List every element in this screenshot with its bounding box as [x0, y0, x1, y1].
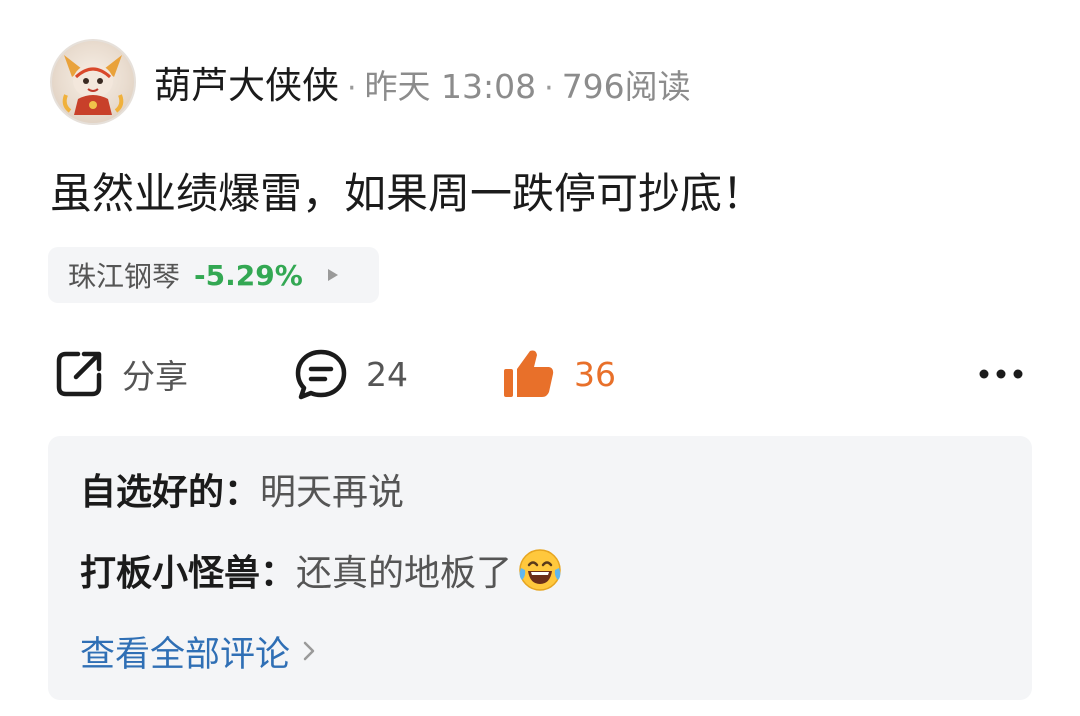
meta-separator: ·	[347, 71, 357, 106]
comment-button[interactable]: 24	[294, 344, 408, 404]
comment-text: 明天再说	[260, 472, 405, 513]
view-all-comments-link[interactable]: 查看全部评论	[80, 626, 316, 676]
share-label: 分享	[122, 357, 188, 396]
meta-separator: ·	[544, 71, 554, 106]
avatar[interactable]	[50, 39, 136, 125]
post-header: 葫芦大侠侠 · 昨天 13:08 · 796阅读	[50, 38, 691, 126]
read-count: 796阅读	[561, 67, 691, 106]
view-all-label: 查看全部评论	[80, 634, 291, 675]
avatar-character-icon	[62, 55, 124, 115]
stock-chip[interactable]: 珠江钢琴 -5.29%	[48, 247, 379, 303]
post-content: 虽然业绩爆雷，如果周一跌停可抄底！	[50, 169, 765, 218]
comment-text: 还真的地板了	[296, 553, 513, 594]
post-card: 葫芦大侠侠 · 昨天 13:08 · 796阅读 虽然业绩爆雷，如果周一跌停可抄…	[0, 0, 1080, 716]
more-button[interactable]	[976, 344, 1026, 404]
more-dots-icon	[979, 369, 1023, 379]
play-arrow-icon	[327, 268, 339, 282]
comment-item[interactable]: 自选好的： 明天再说	[80, 464, 404, 514]
comment-author[interactable]: 自选好的：	[80, 463, 260, 515]
stock-name: 珠江钢琴	[68, 260, 181, 293]
chevron-right-icon	[303, 641, 315, 661]
share-icon	[56, 351, 102, 397]
like-count: 36	[574, 354, 616, 394]
post-time: 昨天 13:08	[364, 67, 537, 106]
share-button[interactable]: 分享	[54, 344, 188, 404]
stock-change: -5.29%	[194, 258, 303, 292]
author-name[interactable]: 葫芦大侠侠	[154, 55, 339, 109]
comment-bubble-icon	[295, 349, 347, 400]
post-meta: 葫芦大侠侠 · 昨天 13:08 · 796阅读	[154, 55, 691, 109]
comments-panel: 自选好的： 明天再说 打板小怪兽： 还真的地板了 查看全部评论	[48, 436, 1032, 700]
comment-item[interactable]: 打板小怪兽： 还真的地板了	[80, 544, 564, 596]
comment-count: 24	[366, 354, 408, 394]
thumbs-up-icon	[504, 350, 554, 397]
comment-author[interactable]: 打板小怪兽：	[80, 544, 296, 596]
like-button[interactable]: 36	[502, 344, 616, 404]
tears-of-joy-icon	[516, 546, 564, 594]
